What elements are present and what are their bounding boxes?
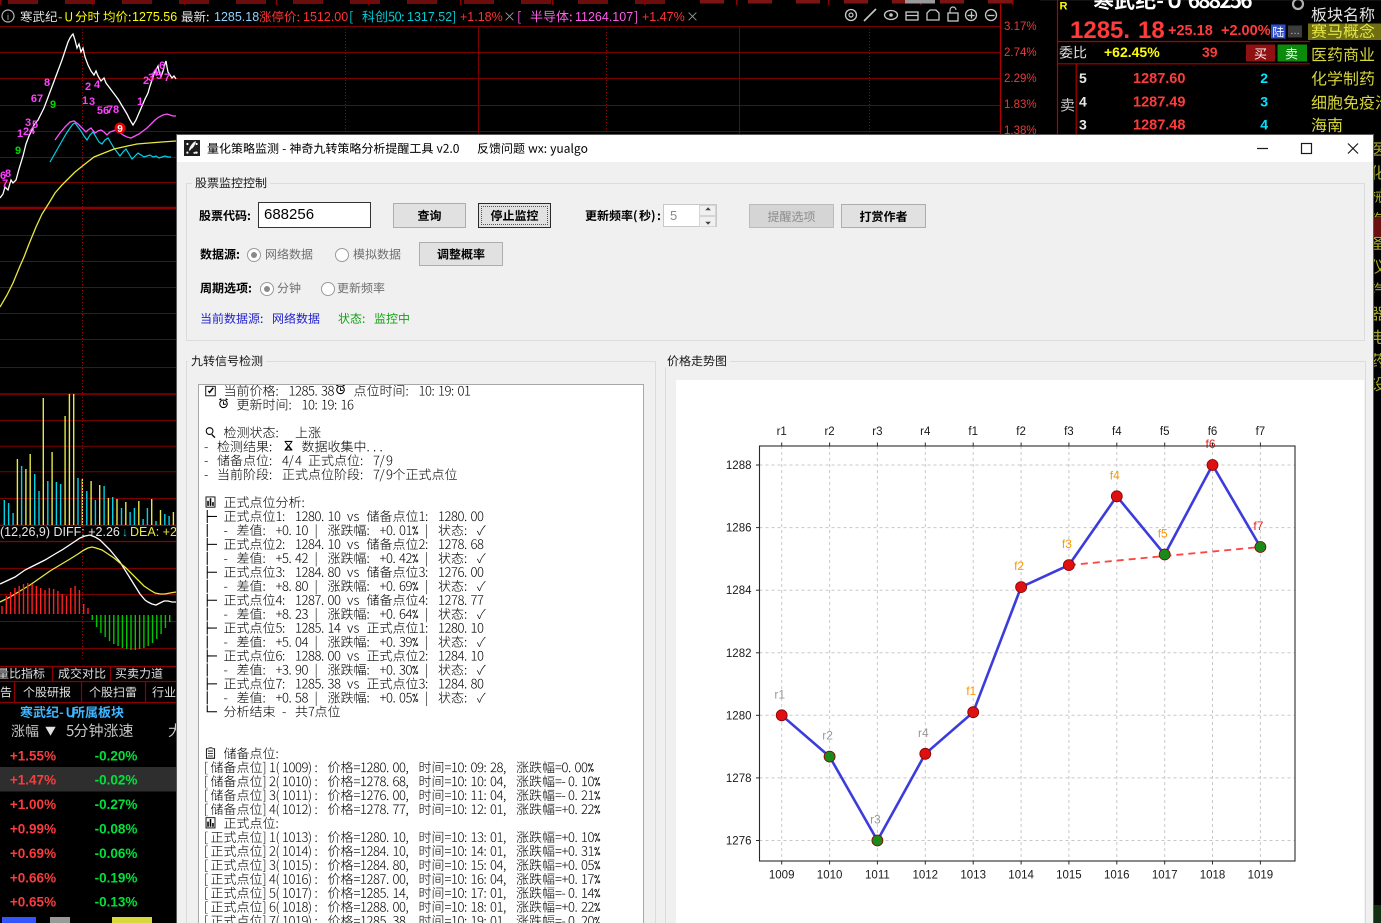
svg-text:f1: f1 <box>968 426 978 438</box>
svg-text:1017: 1017 <box>1152 870 1178 882</box>
svg-text:1019: 1019 <box>1248 870 1274 882</box>
svg-text:r2: r2 <box>824 426 834 438</box>
svg-text:1010: 1010 <box>817 870 843 882</box>
svg-text:r2: r2 <box>822 729 833 743</box>
svg-text:f5: f5 <box>1158 527 1168 541</box>
svg-text:1276: 1276 <box>726 836 752 848</box>
svg-text:f3: f3 <box>1062 537 1072 551</box>
svg-text:r4: r4 <box>920 426 931 438</box>
svg-text:r3: r3 <box>870 813 881 827</box>
svg-text:1018: 1018 <box>1200 870 1226 882</box>
svg-text:f4: f4 <box>1112 426 1122 438</box>
svg-text:1282: 1282 <box>726 648 752 660</box>
svg-text:r3: r3 <box>872 426 882 438</box>
svg-text:f7: f7 <box>1253 519 1263 533</box>
svg-text:1013: 1013 <box>960 870 986 882</box>
svg-text:1284: 1284 <box>726 585 752 597</box>
svg-text:f5: f5 <box>1160 426 1170 438</box>
svg-text:1016: 1016 <box>1104 870 1130 882</box>
svg-text:f1: f1 <box>966 684 976 698</box>
svg-text:f6: f6 <box>1208 426 1218 438</box>
svg-text:1011: 1011 <box>865 870 890 882</box>
svg-text:f2: f2 <box>1016 426 1026 438</box>
svg-text:f6: f6 <box>1205 437 1215 451</box>
svg-text:1009: 1009 <box>769 870 795 882</box>
svg-text:1278: 1278 <box>726 773 752 785</box>
svg-text:1012: 1012 <box>913 870 939 882</box>
svg-text:f3: f3 <box>1064 426 1074 438</box>
svg-text:r1: r1 <box>774 687 785 701</box>
svg-text:f4: f4 <box>1110 468 1120 482</box>
svg-text:f7: f7 <box>1256 426 1266 438</box>
svg-text:1015: 1015 <box>1056 870 1082 882</box>
svg-text:1280: 1280 <box>726 710 752 722</box>
svg-text:1014: 1014 <box>1008 870 1034 882</box>
svg-text:r4: r4 <box>918 726 929 740</box>
svg-text:1288: 1288 <box>726 460 752 472</box>
svg-text:f2: f2 <box>1014 559 1024 573</box>
svg-text:r1: r1 <box>777 426 787 438</box>
svg-text:1286: 1286 <box>726 523 752 535</box>
